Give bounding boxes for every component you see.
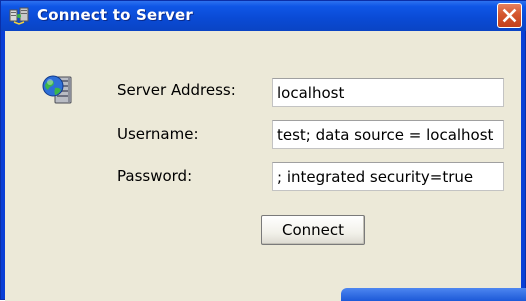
- username-value: test; data source = localhost: [277, 126, 494, 144]
- connect-to-server-window: Connect to Server Server Address: localh…: [0, 0, 526, 301]
- title-bar[interactable]: Connect to Server: [1, 1, 526, 31]
- server-globe-icon: [41, 73, 75, 107]
- password-field[interactable]: ; integrated security=true: [272, 162, 504, 191]
- connect-button[interactable]: Connect: [261, 215, 365, 245]
- taskbar-fragment: [341, 288, 526, 301]
- password-label: Password:: [117, 167, 193, 185]
- server-address-field[interactable]: localhost: [272, 78, 504, 107]
- server-address-label: Server Address:: [117, 81, 236, 99]
- username-label: Username:: [117, 125, 199, 143]
- server-address-value: localhost: [277, 84, 345, 102]
- dialog-body: Server Address: localhost Username: test…: [5, 31, 521, 301]
- close-button[interactable]: [497, 3, 522, 28]
- connection-icon: [9, 7, 29, 25]
- password-value: ; integrated security=true: [277, 168, 474, 186]
- close-icon: [502, 8, 517, 23]
- username-field[interactable]: test; data source = localhost: [272, 120, 504, 149]
- window-title: Connect to Server: [37, 6, 193, 24]
